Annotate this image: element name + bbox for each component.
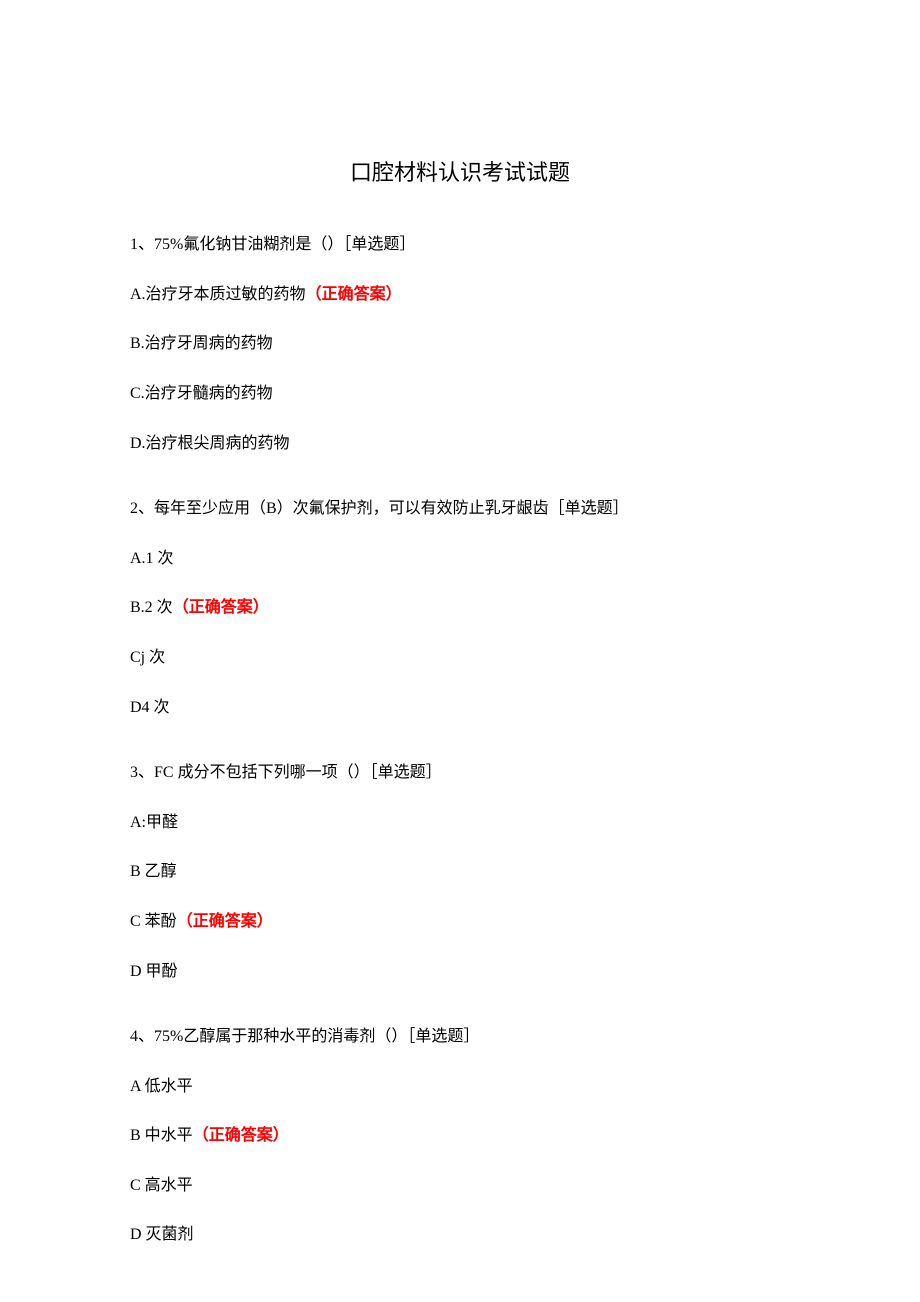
option-b: B 乙醇: [130, 859, 790, 885]
question-text: 1、75%氟化钠甘油糊剂是（）［单选题］: [130, 232, 790, 258]
option-b: B 中水平（正确答案）: [130, 1123, 790, 1149]
option-d: D.治疗根尖周病的药物: [130, 431, 790, 457]
question-1: 1、75%氟化钠甘油糊剂是（）［单选题］ A.治疗牙本质过敏的药物（正确答案） …: [130, 232, 790, 456]
option-prefix: B 中水平: [130, 1127, 193, 1144]
correct-answer-label: （正确答案）: [306, 286, 402, 303]
option-prefix: B.2 次: [130, 599, 173, 616]
option-d: D4 次: [130, 695, 790, 721]
correct-answer-label: （正确答案）: [193, 1127, 289, 1144]
question-text: 3、FC 成分不包括下列哪一项（）［单选题］: [130, 760, 790, 786]
option-c: Cj 次: [130, 645, 790, 671]
option-c: C 高水平: [130, 1173, 790, 1199]
correct-answer-label: （正确答案）: [177, 913, 273, 930]
option-a: A.治疗牙本质过敏的药物（正确答案）: [130, 282, 790, 308]
option-b: B.治疗牙周病的药物: [130, 331, 790, 357]
option-a: A:甲醛: [130, 810, 790, 836]
question-text: 2、每年至少应用（B）次氟保护剂，可以有效防止乳牙龈齿［单选题］: [130, 496, 790, 522]
question-2: 2、每年至少应用（B）次氟保护剂，可以有效防止乳牙龈齿［单选题］ A.1 次 B…: [130, 496, 790, 720]
option-a: A 低水平: [130, 1074, 790, 1100]
question-4: 4、75%乙醇属于那种水平的消毒剂（）［单选题］ A 低水平 B 中水平（正确答…: [130, 1024, 790, 1248]
option-prefix: A.治疗牙本质过敏的药物: [130, 286, 306, 303]
page-title: 口腔材料认识考试试题: [130, 155, 790, 190]
option-c: C.治疗牙髓病的药物: [130, 381, 790, 407]
option-d: D 灭菌剂: [130, 1222, 790, 1248]
correct-answer-label: （正确答案）: [173, 599, 269, 616]
option-a: A.1 次: [130, 546, 790, 572]
option-d: D 甲酚: [130, 959, 790, 985]
option-b: B.2 次（正确答案）: [130, 595, 790, 621]
question-text: 4、75%乙醇属于那种水平的消毒剂（）［单选题］: [130, 1024, 790, 1050]
question-3: 3、FC 成分不包括下列哪一项（）［单选题］ A:甲醛 B 乙醇 C 苯酚（正确…: [130, 760, 790, 984]
option-prefix: C 苯酚: [130, 913, 177, 930]
option-c: C 苯酚（正确答案）: [130, 909, 790, 935]
